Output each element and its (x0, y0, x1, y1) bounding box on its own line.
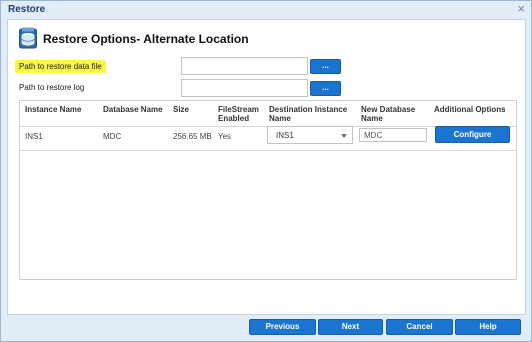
new-database-name-input[interactable]: MDC (359, 128, 427, 142)
log-path-label: Path to restore log (19, 83, 85, 92)
column-header-destination-instance: Destination Instance Name (269, 105, 348, 123)
help-button[interactable]: Help (455, 319, 521, 335)
window-title: Restore (8, 4, 46, 15)
configure-button[interactable]: Configure (435, 126, 510, 143)
close-icon[interactable]: × (517, 1, 525, 17)
restore-dialog: Restore × Restore Options- Alternate Loc… (0, 0, 532, 342)
database-grid: Instance Name Database Name Size FileStr… (19, 100, 517, 280)
column-header-size: Size (173, 105, 190, 114)
column-header-new-database-name: New Database Name (361, 105, 416, 123)
dialog-body: Restore Options- Alternate Location Path… (7, 19, 526, 315)
cell-instance-name: INS1 (25, 132, 43, 141)
column-header-database-name: Database Name (103, 105, 163, 114)
column-header-instance-name: Instance Name (25, 105, 82, 114)
log-browse-button[interactable]: ... (310, 81, 341, 96)
previous-button[interactable]: Previous (249, 319, 316, 335)
data-file-path-label: Path to restore data file (15, 60, 106, 73)
data-file-path-input[interactable] (181, 57, 308, 75)
destination-instance-value: INS1 (276, 131, 294, 140)
destination-instance-dropdown[interactable]: INS1 (267, 126, 353, 144)
row-divider (20, 150, 516, 151)
log-path-input[interactable] (181, 79, 308, 97)
cell-filestream-enabled: Yes (218, 132, 232, 141)
column-header-filestream-enabled: FileStream Enabled (218, 105, 259, 123)
next-button[interactable]: Next (318, 319, 383, 335)
data-file-browse-button[interactable]: ... (310, 59, 341, 74)
column-header-additional-options: Additional Options (434, 105, 506, 114)
page-title: Restore Options- Alternate Location (43, 32, 249, 46)
title-bar[interactable]: Restore × (1, 1, 531, 19)
cell-database-name: MDC (103, 132, 122, 141)
cancel-button[interactable]: Cancel (386, 319, 453, 335)
database-icon (19, 27, 37, 49)
chevron-down-icon[interactable] (341, 134, 347, 138)
cell-size: 256.65 MB (173, 132, 212, 141)
